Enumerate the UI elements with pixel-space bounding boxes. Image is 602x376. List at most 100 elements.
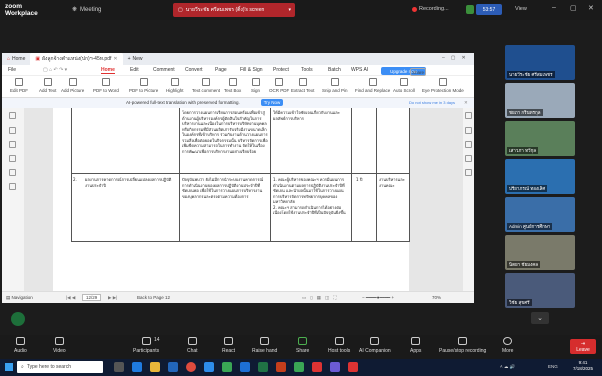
dont-show-link[interactable]: Do not show me in 3 days [409,100,455,105]
view-mode-icons[interactable]: ▭▯▦◫⛶ [302,295,340,301]
security-shield-icon[interactable] [466,5,474,14]
highlight-button[interactable]: Highlight [166,78,184,93]
ai-companion-button[interactable]: AI Companion [359,337,391,354]
banner-close-icon[interactable]: ✕ [464,100,468,106]
maximize-icon[interactable]: ▢ [570,4,577,12]
back-to-page-link[interactable]: Back to Page 12 [137,295,170,300]
menu-wps-ai[interactable]: WPS AI [351,67,368,73]
edit-pdf-button[interactable]: Edit PDF [10,78,28,93]
participant-tile[interactable]: ปรียาภรณ์ ทองเลิศ [505,159,575,194]
line-icon[interactable] [294,362,304,372]
more-button[interactable]: More [502,337,513,354]
search-icon[interactable] [9,169,16,176]
tab-document[interactable]: ▣ ผังลูกจ้างตำแหน่ง(ปก)ฯ-45ห.pdf ✕ [30,53,123,65]
pdf-to-word-button[interactable]: PDF to Word [93,78,119,93]
chevron-down-icon[interactable]: ⌄ [531,312,549,324]
menu-comment[interactable]: Comment [153,67,175,73]
react-button[interactable]: React [222,337,235,354]
tab-new[interactable]: + New [123,53,148,65]
format-icon[interactable] [465,169,472,176]
wps-pdf-icon[interactable] [312,362,322,372]
audio-button[interactable]: Audio [14,337,27,354]
menu-home[interactable]: Home [101,67,115,74]
excel-icon[interactable] [258,362,268,372]
language-indicator[interactable]: ENG [548,364,558,369]
add-text-button[interactable]: Add Text [39,78,56,93]
ai-icon[interactable] [465,141,472,148]
menu-tools[interactable]: Tools [301,67,313,73]
menu-protect[interactable]: Protect [273,67,289,73]
auto-scroll-button[interactable]: Auto Scroll [393,78,415,93]
windows-start-icon[interactable] [5,363,13,371]
first-page-icon[interactable]: |◀ ◀ [66,295,75,301]
chat-button[interactable]: Chat [187,337,198,354]
close-icon[interactable]: ✕ [588,4,594,12]
snip-pin-button[interactable]: Snip and Pin [322,78,348,93]
line-icon[interactable] [222,362,232,372]
zoom-app-icon[interactable] [204,362,214,372]
screen-share-indicator[interactable]: ▢ นายวีระชัย ศรีสมเพชร (ติ้ง)'s screen ▾ [173,3,295,17]
store-icon[interactable] [168,362,178,372]
task-view-icon[interactable] [114,362,124,372]
participant-tile[interactable]: Admin ศูนย์การศึกษา [505,197,575,232]
window-controls[interactable]: –▢✕ [442,55,472,61]
ocr-pdf-button[interactable]: OCR PDF [269,78,289,93]
eye-protection-button[interactable]: Eye Protection Mode [422,78,464,93]
file-explorer-icon[interactable] [150,362,160,372]
extract-text-button[interactable]: Extract Text [291,78,314,93]
word-icon[interactable] [240,362,250,372]
navigation-button[interactable]: ▤ Navigation [6,295,33,301]
share-button[interactable]: Share [410,68,426,76]
participant-tile[interactable]: ชยภา กรินทรกุล [505,83,575,118]
participant-tile[interactable]: นิตยา ชัยมงคล [505,235,575,270]
settings-icon[interactable] [9,183,16,190]
acrobat-icon[interactable] [348,362,358,372]
leave-button[interactable]: ⇥ Leave [570,339,596,354]
video-button[interactable]: Video [53,337,66,354]
minimize-icon[interactable]: – [552,4,556,11]
menu-batch[interactable]: Batch [328,67,341,73]
try-now-button[interactable]: Try Now [261,99,283,106]
meeting-label[interactable]: ❋ Meeting [72,6,101,14]
host-tools-button[interactable]: Host tools [328,337,350,354]
edge-icon[interactable] [132,362,142,372]
tab-home[interactable]: ⌂ Home [2,53,30,65]
find-replace-button[interactable]: Find and Replace [355,78,390,93]
menu-fill-sign[interactable]: Fill & Sign [240,67,263,73]
menu-edit[interactable]: Edit [130,67,139,73]
participant-tile[interactable]: เสาวภา ทวีกุล [505,121,575,156]
add-picture-button[interactable]: Add Picture [61,78,84,93]
comment-panel-icon[interactable] [9,141,16,148]
participant-tile[interactable]: วิชัย สุขศรี [505,273,575,308]
translate-icon[interactable] [465,127,472,134]
tab-close-icon[interactable]: ✕ [113,56,117,62]
menu-file[interactable]: File [8,67,16,73]
thumbnail-icon[interactable] [9,127,16,134]
tray-icons[interactable]: ˄ ☁ 🔊 [500,364,515,370]
text-box-button[interactable]: Text Box [224,78,241,93]
taskbar-clock[interactable]: 9:41 7/18/2025 [573,360,593,372]
zoom-level[interactable]: 70% [432,295,441,300]
taskbar-search[interactable]: ⌕ Type here to search [17,361,103,373]
menu-convert[interactable]: Convert [185,67,203,73]
recording-indicator[interactable]: Recording... [412,6,449,12]
menu-quick-tools[interactable]: ▢ ⌂ ↶ ↷ ▾ [43,67,67,73]
view-button[interactable]: View [515,6,527,12]
apps-button[interactable]: Apps [410,337,421,354]
zoom-slider[interactable]: − ━━━━●━━━━ + [362,295,394,301]
teams-icon[interactable] [330,362,340,372]
page-number-input[interactable]: 12/29 [82,294,102,301]
powerpoint-icon[interactable] [276,362,286,372]
pause-recording-button[interactable]: Pause/stop recording [439,337,486,354]
sign-button[interactable]: Sign [251,78,260,93]
text-comment-button[interactable]: Text comment [192,78,220,93]
raise-hand-button[interactable]: Raise hand [252,337,277,354]
grammarly-icon[interactable] [11,312,25,326]
chrome-icon[interactable] [186,362,196,372]
properties-icon[interactable] [465,112,472,119]
menu-page[interactable]: Page [215,67,227,73]
next-page-icon[interactable]: ▶ ▶| [108,295,117,301]
pdf-to-picture-button[interactable]: PDF to Picture [129,78,158,93]
participant-tile[interactable]: นายวีระชัย ศรีสมเพชร [505,45,575,80]
layers-icon[interactable] [465,155,472,162]
